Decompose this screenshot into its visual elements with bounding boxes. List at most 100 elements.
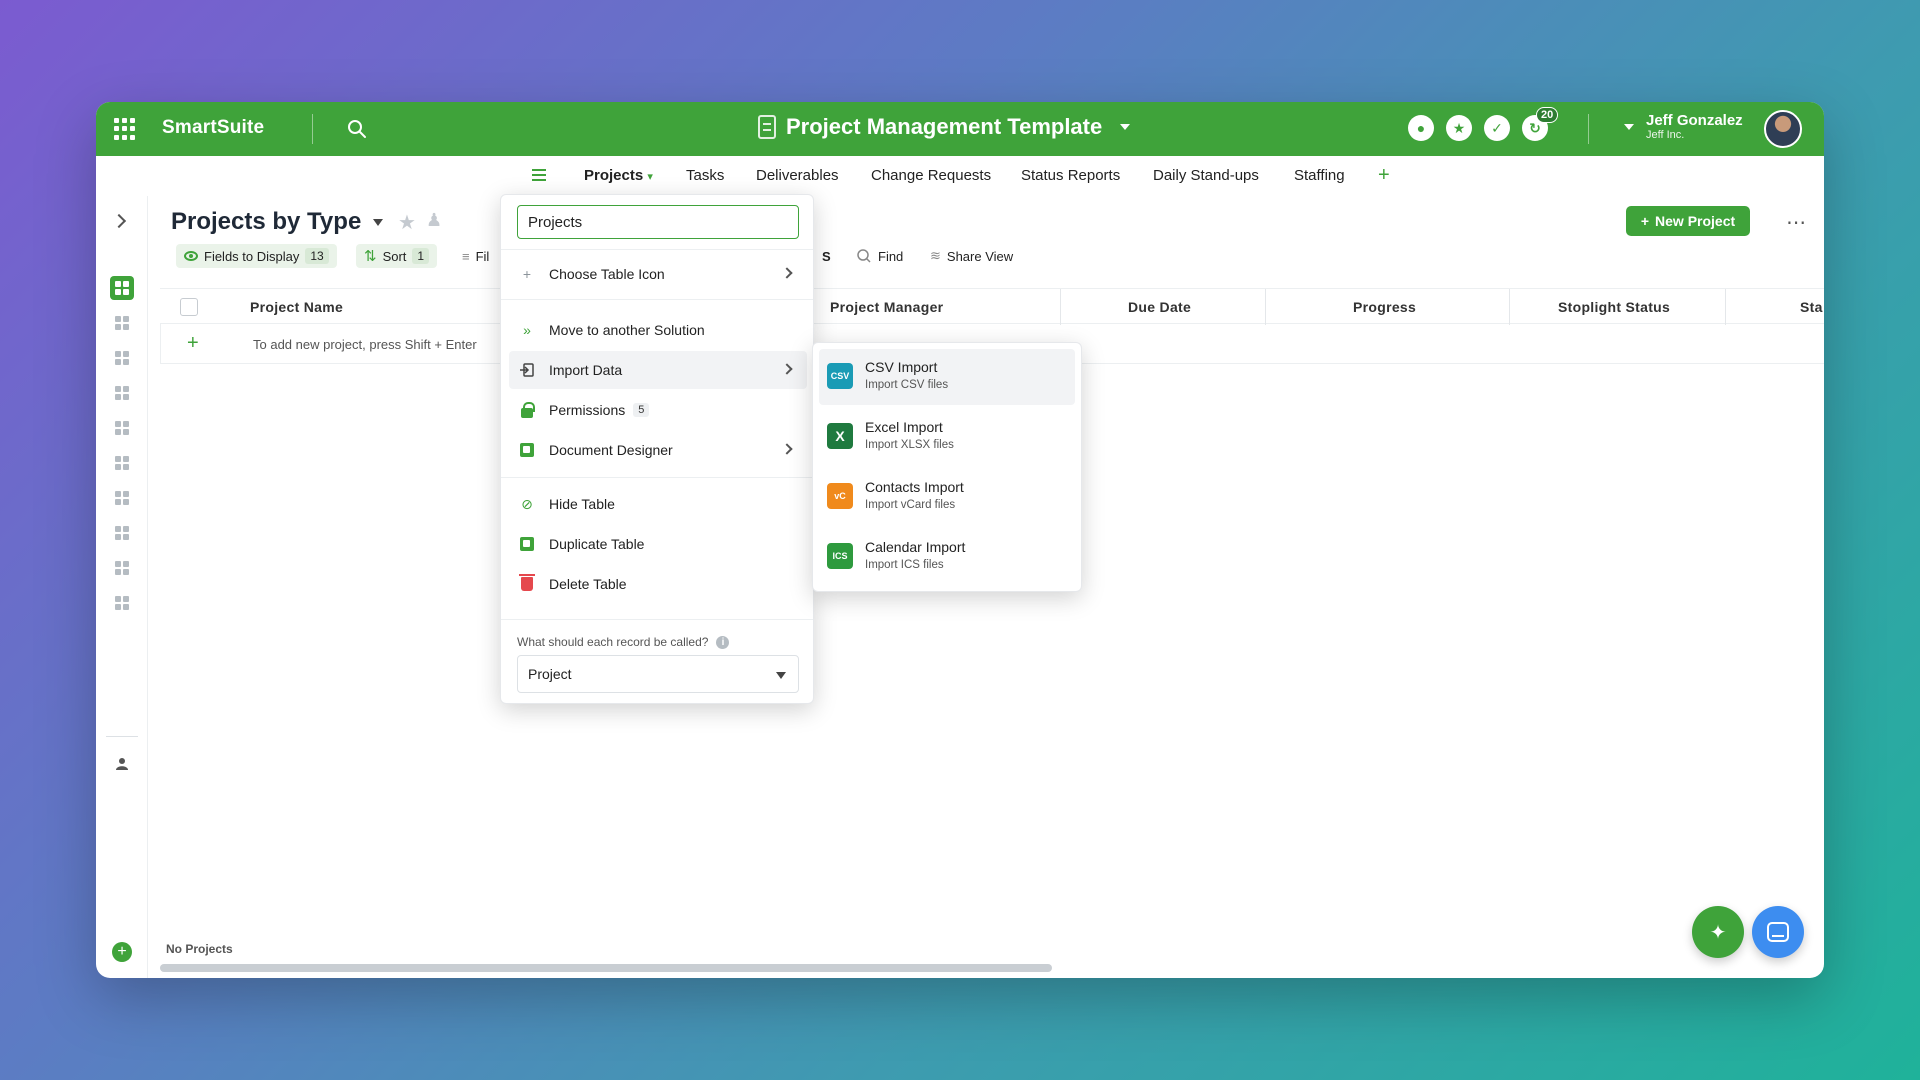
tab-tasks[interactable]: Tasks [686, 167, 724, 184]
column-stoplight-status[interactable]: Stoplight Status [1558, 299, 1670, 315]
column-divider [1265, 289, 1266, 325]
app-launcher-icon[interactable] [114, 118, 136, 140]
notification-badge: 20 [1536, 107, 1559, 123]
tab-projects[interactable]: Projects ▾ [584, 167, 653, 184]
contacts-import-item[interactable]: vC Contacts Import Import vCard files [819, 469, 1075, 525]
column-due-date[interactable]: Due Date [1128, 299, 1191, 315]
user-menu[interactable]: Jeff Gonzalez Jeff Inc. [1616, 112, 1743, 142]
avatar[interactable] [1764, 110, 1802, 148]
select-all-checkbox[interactable] [180, 298, 198, 316]
ics-icon: ICS [827, 543, 853, 569]
tab-status-reports[interactable]: Status Reports [1021, 167, 1120, 184]
import-data-submenu: CSV CSV Import Import CSV files X Excel … [812, 342, 1082, 592]
view-icon[interactable] [110, 416, 134, 440]
duplicate-table-item[interactable]: Duplicate Table [509, 525, 807, 563]
trash-icon [519, 574, 535, 592]
record-name-label: What should each record be called? i [517, 635, 730, 649]
chart-view-icon[interactable] [110, 591, 134, 615]
sidebar-divider [106, 736, 138, 737]
plus-icon: + [1640, 213, 1650, 229]
find-button[interactable]: Find [856, 244, 903, 268]
chevron-right-icon [781, 443, 793, 455]
expand-sidebar-icon[interactable] [111, 213, 127, 229]
list-view-icon[interactable] [110, 556, 134, 580]
hide-table-item[interactable]: ⊘ Hide Table [509, 485, 807, 523]
filter-button[interactable]: ≡ Fil [462, 244, 489, 268]
document-designer-icon [519, 442, 535, 458]
menu-divider [501, 477, 813, 478]
tab-staffing[interactable]: Staffing [1294, 167, 1345, 184]
menu-divider [501, 619, 813, 620]
view-icon[interactable] [110, 381, 134, 405]
app-window: SmartSuite Project Management Template ●… [96, 102, 1824, 978]
star-icon[interactable]: ★ [1446, 115, 1472, 141]
add-table-icon[interactable]: + [1378, 164, 1390, 187]
column-project-manager[interactable]: Project Manager [830, 299, 943, 315]
table-tabs: Projects ▾ Tasks Deliverables Change Req… [96, 156, 1824, 196]
ai-assistant-button[interactable]: ✦ [1692, 906, 1744, 958]
header-actions: ● ★ ✓ ↻ 20 [1408, 107, 1559, 141]
chevron-down-icon [1624, 123, 1634, 130]
grid-view-icon[interactable] [110, 276, 134, 300]
view-icon[interactable] [110, 451, 134, 475]
solution-title[interactable]: Project Management Template [758, 114, 1131, 140]
excel-import-item[interactable]: X Excel Import Import XLSX files [819, 409, 1075, 465]
column-status-truncated[interactable]: Sta [1800, 299, 1823, 315]
search-icon [857, 249, 871, 263]
brand-name[interactable]: SmartSuite [162, 117, 264, 139]
permissions-item[interactable]: Permissions 5 [509, 391, 807, 429]
people-icon[interactable]: ♟ [426, 210, 442, 231]
chevron-right-icon [781, 363, 793, 375]
header-divider [1588, 114, 1589, 144]
toolbar-button-s[interactable]: S [822, 244, 831, 268]
menu-divider [501, 249, 813, 250]
new-project-button[interactable]: + New Project [1626, 206, 1750, 236]
fields-to-display-button[interactable]: Fields to Display 13 [176, 244, 337, 268]
table-name-input[interactable] [517, 205, 799, 239]
chat-support-button[interactable] [1752, 906, 1804, 958]
view-icon[interactable] [110, 346, 134, 370]
hide-icon: ⊘ [521, 495, 533, 512]
import-icon [519, 362, 535, 378]
top-header: SmartSuite Project Management Template ●… [96, 102, 1824, 156]
column-progress[interactable]: Progress [1353, 299, 1416, 315]
column-project-name[interactable]: Project Name [250, 299, 343, 315]
view-icon[interactable] [110, 521, 134, 545]
lock-icon [519, 401, 535, 418]
column-divider [1509, 289, 1510, 325]
header-divider [312, 114, 313, 144]
share-view-button[interactable]: ≋ Share View [930, 244, 1013, 268]
check-icon[interactable]: ✓ [1484, 115, 1510, 141]
horizontal-scrollbar[interactable] [160, 964, 1052, 972]
view-icon[interactable] [110, 486, 134, 510]
search-icon[interactable] [346, 118, 368, 140]
add-view-icon[interactable]: + [112, 942, 132, 962]
more-options-icon[interactable]: ⋯ [1786, 210, 1807, 235]
choose-table-icon-item[interactable]: + Choose Table Icon [509, 255, 807, 293]
chevron-down-icon [373, 218, 384, 226]
delete-table-item[interactable]: Delete Table [509, 565, 807, 603]
hamburger-icon[interactable] [532, 169, 546, 181]
info-icon[interactable]: i [716, 635, 730, 649]
document-designer-item[interactable]: Document Designer [509, 431, 807, 469]
sort-icon: ⇅ [364, 248, 377, 265]
tab-daily-standups[interactable]: Daily Stand-ups [1153, 167, 1259, 184]
person-icon[interactable] [110, 752, 134, 776]
chevron-right-icon [781, 267, 793, 279]
csv-import-item[interactable]: CSV CSV Import Import CSV files [819, 349, 1075, 405]
import-data-item[interactable]: Import Data [509, 351, 807, 389]
star-icon[interactable]: ★ [398, 210, 416, 235]
view-title[interactable]: Projects by Type [171, 208, 384, 236]
notifications-icon[interactable]: ↻ 20 [1522, 107, 1559, 141]
excel-icon: X [827, 423, 853, 449]
team-icon[interactable]: ● [1408, 115, 1434, 141]
view-icon[interactable] [110, 311, 134, 335]
plus-icon: + [187, 332, 199, 354]
calendar-import-item[interactable]: ICS Calendar Import Import ICS files [819, 529, 1075, 585]
sort-button[interactable]: ⇅ Sort 1 [356, 244, 438, 268]
tab-change-requests[interactable]: Change Requests [871, 167, 991, 184]
move-to-solution-item[interactable]: » Move to another Solution [509, 311, 807, 349]
record-name-select[interactable]: Project [517, 655, 799, 693]
tab-deliverables[interactable]: Deliverables [756, 167, 839, 184]
grid-header: Project Name Project Manager Due Date Pr… [160, 288, 1824, 325]
